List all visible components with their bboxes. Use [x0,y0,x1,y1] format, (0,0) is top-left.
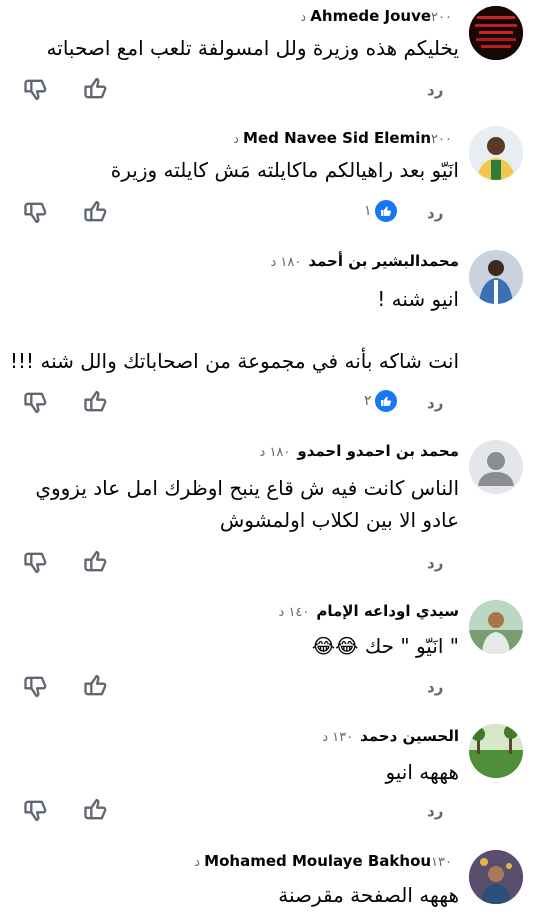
avatar[interactable] [469,6,523,60]
like-icon[interactable] [82,198,110,226]
comment-actions: رد [0,548,533,582]
comment-actions: رد [0,796,533,830]
like-icon[interactable] [82,548,110,576]
comment-text: يخليكم هذه وزيرة ولل امسولفة تلعب امع اص… [47,32,459,64]
comment-text: الناس كانت فيه ش قاع ينبح اوظرك امل عاد … [35,472,459,536]
comment-header: الحسين دحمد ١٣٠ د [322,727,459,745]
comment-text: " انَيّو " حك 😂😂 [312,630,459,662]
avatar-image [469,126,523,180]
author-name[interactable]: محمدالبشير بن أحمد [308,252,459,270]
reaction-count: ٢ [364,393,372,409]
comment-actions: ١ رد [0,198,533,232]
comment-header: Mohamed Moulaye Bakhou١٣٠ د [194,852,459,870]
comment-line: الناس كانت فيه ش قاع ينبح اوظرك امل عاد … [35,476,459,500]
comment-time: ١٨٠ د [259,445,291,460]
reaction-summary[interactable]: ١ [364,200,397,224]
comment-line: هههه الصفحة مقرصنة [278,883,459,907]
avatar-image [469,250,523,304]
author-name[interactable]: Mohamed Moulaye Bakhou [204,852,431,870]
default-avatar-icon [469,440,523,494]
comment-text: انَيّو بعد راهيالكم ماكايلته مَش كايلته … [111,154,459,186]
comment-text: انيو شنه ! انت شاكه بأنه في مجموعة من اص… [10,283,459,377]
avatar[interactable] [469,440,523,494]
comment-time: ١٣٠ د [322,730,354,745]
reaction-summary[interactable]: ٢ [364,390,397,414]
author-name[interactable]: Med Navee Sid Elemin [243,129,431,147]
comment-line: يخليكم هذه وزيرة ولل امسولفة تلعب امع اص… [46,36,459,60]
avatar[interactable] [469,126,523,180]
dislike-icon[interactable] [22,548,50,576]
comment-line: انَيّو بعد راهيالكم ماكايلته مَش كايلته … [110,158,459,182]
like-icon[interactable] [82,75,110,103]
comment-actions: رد [0,672,533,706]
comment-line: هههه انيو [385,760,459,784]
like-icon[interactable] [82,672,110,700]
avatar-image [469,600,523,654]
like-reaction-icon [374,390,397,412]
comment-line: عادو الا بين لكلاب اولمشوش [219,508,459,532]
comment-line [10,315,459,345]
avatar[interactable] [469,850,523,904]
comment-header: محمد بن احمدو احمدو ١٨٠ د [260,442,459,460]
comment-line: انت شاكه بأنه في مجموعة من اصحاباتك والل… [9,349,459,373]
author-name[interactable]: الحسين دحمد [360,727,459,745]
comment-time: ١٨٠ د [270,255,302,270]
like-icon[interactable] [82,796,110,824]
reaction-count: ١ [364,203,372,219]
comment-time: ١٤٠ د [278,605,310,620]
comment-text: هههه انيو [385,756,459,788]
avatar[interactable] [469,600,523,654]
comment-text: هههه الصفحة مقرصنة [278,879,459,911]
avatar-image [469,724,523,778]
reply-button[interactable]: رد [427,204,443,222]
reply-button[interactable]: رد [427,802,443,820]
like-reaction-icon [374,200,397,222]
comment-actions: ٢ رد [0,388,533,422]
comment-header: محمدالبشير بن أحمد ١٨٠ د [270,252,459,270]
dislike-icon[interactable] [22,672,50,700]
avatar-image [469,6,523,60]
dislike-icon[interactable] [22,796,50,824]
author-name[interactable]: محمد بن احمدو احمدو [297,442,459,460]
comment-header: Ahmede Jouve٢٠٠ د [300,7,459,25]
reply-button[interactable]: رد [427,394,443,412]
comment-line: " انَيّو " حك 😂😂 [311,634,459,658]
comment-actions: رد [0,75,533,109]
dislike-icon[interactable] [22,198,50,226]
author-name[interactable]: سيدي اوداعه الإمام [316,602,459,620]
dislike-icon[interactable] [22,75,50,103]
comment-header: Med Navee Sid Elemin٢٠٠ د [233,129,459,147]
comment-header: سيدي اوداعه الإمام ١٤٠ د [279,602,459,620]
author-name[interactable]: Ahmede Jouve [310,7,431,25]
dislike-icon[interactable] [22,388,50,416]
reply-button[interactable]: رد [427,554,443,572]
reply-button[interactable]: رد [427,678,443,696]
comment-line: انيو شنه ! [377,287,459,311]
avatar[interactable] [469,250,523,304]
avatar-image [469,850,523,904]
avatar[interactable] [469,724,523,778]
like-icon[interactable] [82,388,110,416]
reply-button[interactable]: رد [427,81,443,99]
